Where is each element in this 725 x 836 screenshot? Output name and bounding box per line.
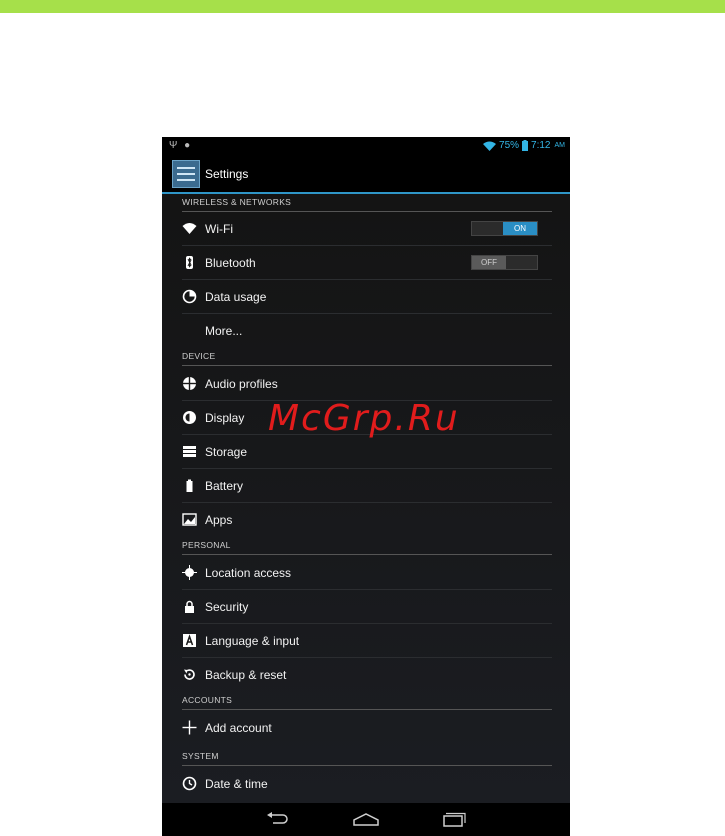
settings-item-data-usage[interactable]: Data usage: [182, 280, 552, 314]
navigation-bar: [162, 803, 570, 836]
status-right: 75% 7:12 AM: [483, 140, 565, 151]
section-header-personal: PERSONAL: [182, 537, 552, 555]
settings-item-more[interactable]: More...: [182, 314, 552, 347]
page-title: Settings: [205, 167, 249, 181]
plus-icon: [182, 720, 197, 735]
status-time: 7:12: [531, 140, 551, 151]
bluetooth-toggle[interactable]: OFF: [471, 255, 538, 270]
settings-item-label: Display: [205, 411, 245, 425]
section-header-device: DEVICE: [182, 348, 552, 366]
wifi-signal-icon: [483, 141, 497, 151]
language-icon: [182, 633, 197, 648]
settings-sliders-icon[interactable]: [172, 160, 200, 188]
settings-item-label: Language & input: [205, 634, 300, 648]
watermark-text: McGrp.Ru: [268, 398, 460, 439]
settings-item-label: Wi-Fi: [205, 222, 233, 236]
audio-profiles-icon: [182, 376, 197, 391]
settings-item-storage[interactable]: Storage: [182, 435, 552, 469]
status-bar: Ψ ● 75% 7:12 AM: [162, 137, 570, 156]
settings-item-battery[interactable]: Battery: [182, 469, 552, 503]
settings-item-date-time[interactable]: Date & time: [182, 767, 552, 800]
settings-item-label: Location access: [205, 566, 292, 580]
settings-item-label: Bluetooth: [205, 256, 256, 270]
settings-item-backup-reset[interactable]: Backup & reset: [182, 658, 552, 691]
lock-icon: [182, 599, 197, 614]
settings-item-label: Battery: [205, 479, 244, 493]
status-left-icons: Ψ ●: [169, 140, 190, 151]
settings-item-label: Security: [205, 600, 249, 614]
settings-item-label: Audio profiles: [205, 377, 278, 391]
settings-item-security[interactable]: Security: [182, 590, 552, 624]
settings-item-language-input[interactable]: Language & input: [182, 624, 552, 658]
backup-reset-icon: [182, 667, 197, 682]
settings-item-apps[interactable]: Apps: [182, 503, 552, 536]
toggle-state: OFF: [472, 256, 506, 269]
back-icon[interactable]: [263, 810, 293, 828]
settings-item-label: Data usage: [205, 290, 267, 304]
section-header-accounts: ACCOUNTS: [182, 692, 552, 710]
storage-icon: [182, 444, 197, 459]
wifi-icon: [182, 221, 197, 236]
data-usage-icon: [182, 289, 197, 304]
settings-item-label: Apps: [205, 513, 233, 527]
wifi-toggle[interactable]: ON: [471, 221, 538, 236]
android-debug-icon: ●: [184, 140, 191, 151]
battery-status-icon: [522, 140, 529, 151]
location-icon: [182, 565, 197, 580]
usb-icon: Ψ: [169, 140, 178, 151]
settings-list: WIRELESS & NETWORKS Wi-Fi ON Bluetooth O…: [162, 194, 570, 803]
settings-item-audio-profiles[interactable]: Audio profiles: [182, 367, 552, 401]
toggle-state: ON: [503, 222, 537, 235]
settings-item-wifi[interactable]: Wi-Fi ON: [182, 212, 552, 246]
battery-percent: 75%: [499, 140, 520, 151]
apps-icon: [182, 512, 197, 527]
settings-item-label: Add account: [205, 721, 272, 735]
section-header-system: SYSTEM: [182, 748, 552, 766]
bluetooth-icon: [182, 255, 197, 270]
settings-item-bluetooth[interactable]: Bluetooth OFF: [182, 246, 552, 280]
action-bar: Settings: [162, 156, 570, 194]
settings-item-label: Backup & reset: [205, 668, 287, 682]
clock-icon: [182, 776, 197, 791]
settings-item-location-access[interactable]: Location access: [182, 556, 552, 590]
android-device-screen: Ψ ● 75% 7:12 AM Settings WIRELESS & NETWO…: [162, 137, 570, 836]
settings-item-add-account[interactable]: Add account: [182, 711, 552, 744]
settings-item-label: Date & time: [205, 777, 268, 791]
battery-icon: [182, 478, 197, 493]
settings-item-label: More...: [205, 324, 243, 338]
status-ampm: AM: [554, 142, 566, 149]
top-green-band: [0, 0, 725, 13]
settings-item-label: Storage: [205, 445, 248, 459]
recents-icon[interactable]: [438, 810, 468, 828]
display-brightness-icon: [182, 410, 197, 425]
section-header-wireless: WIRELESS & NETWORKS: [182, 194, 552, 212]
home-icon[interactable]: [351, 810, 381, 828]
